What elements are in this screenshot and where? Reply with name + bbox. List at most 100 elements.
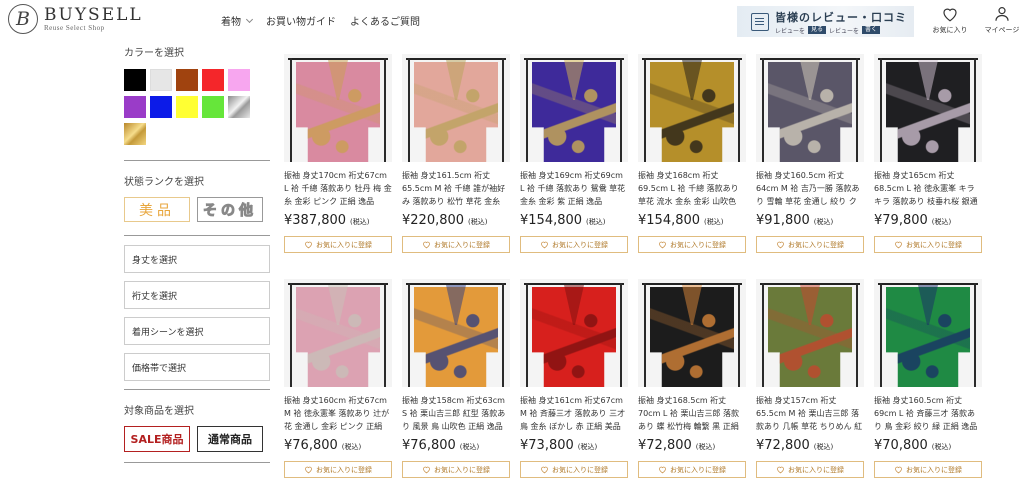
add-to-favorites-button[interactable]: お気に入りに登録 — [520, 461, 628, 478]
product-card: 振袖 身丈161.5cm 裄丈 65.5cm M 袷 千總 誰が袖好み 落款あり… — [402, 54, 510, 269]
product-description[interactable]: 振袖 身丈168.5cm 裄丈70cm L 袷 栗山吉三郎 落款あり 蝶 松竹梅… — [638, 394, 746, 434]
height-select[interactable]: 身丈を選択 — [124, 245, 270, 273]
occasion-select[interactable]: 着用シーンを選択 — [124, 317, 270, 345]
add-to-favorites-button[interactable]: お気に入りに登録 — [402, 461, 510, 478]
add-to-favorites-button[interactable]: お気に入りに登録 — [638, 461, 746, 478]
product-image[interactable] — [874, 279, 982, 387]
color-swatch[interactable] — [176, 69, 198, 91]
product-description[interactable]: 振袖 身丈169cm 裄丈69cm L 袷 千總 落款あり 鴛鴦 草花 金糸 金… — [520, 169, 628, 209]
color-swatch[interactable] — [124, 96, 146, 118]
product-description[interactable]: 振袖 身丈170cm 裄丈67cm L 袷 千總 落款あり 牡丹 梅 金糸 金彩… — [284, 169, 392, 209]
color-swatch[interactable] — [176, 96, 198, 118]
add-to-favorites-button[interactable]: お気に入りに登録 — [402, 236, 510, 253]
rack-bar — [406, 283, 506, 285]
color-swatch[interactable] — [150, 96, 172, 118]
product-image[interactable] — [638, 54, 746, 162]
product-description[interactable]: 振袖 身丈161.5cm 裄丈 65.5cm M 袷 千總 誰が袖好み 落款あり… — [402, 169, 510, 209]
product-description[interactable]: 振袖 身丈160cm 裄丈67cm M 袷 徳永憲峯 落款あり 辻が花 金通し … — [284, 394, 392, 434]
add-to-favorites-button[interactable]: お気に入りに登録 — [638, 236, 746, 253]
product-image[interactable] — [402, 279, 510, 387]
product-description[interactable]: 振袖 身丈161cm 裄丈67cm M 袷 斉藤三才 落款あり 三才鳥 金糸 ぼ… — [520, 394, 628, 434]
nav-item-label: 着物 — [221, 17, 241, 28]
review-sub-text: レビューを — [775, 27, 806, 35]
product-image[interactable] — [756, 54, 864, 162]
rank-good-button[interactable]: 美品 — [124, 197, 190, 222]
color-swatch[interactable] — [228, 96, 250, 118]
color-swatch[interactable] — [228, 69, 250, 91]
favorites-button-label: お気に入りに登録 — [552, 465, 608, 474]
color-swatch[interactable] — [124, 123, 146, 145]
heart-icon — [541, 466, 548, 474]
product-price: ¥91,800 — [756, 213, 810, 228]
product-description[interactable]: 振袖 身丈165cm 裄丈68.5cm L 袷 徳永憲峯 キラキラ 落款あり 枝… — [874, 169, 982, 209]
favorites-button-label: お気に入りに登録 — [670, 465, 726, 474]
rack-bar — [524, 283, 624, 285]
color-swatch[interactable] — [202, 69, 224, 91]
product-image[interactable] — [284, 279, 392, 387]
nav-item-label: お買い物ガイド — [266, 17, 336, 28]
color-swatch[interactable] — [150, 69, 172, 91]
product-image[interactable] — [520, 279, 628, 387]
add-to-favorites-button[interactable]: お気に入りに登録 — [520, 236, 628, 253]
rack-leg — [738, 58, 740, 162]
heart-icon — [777, 241, 784, 249]
product-price: ¥70,800 — [874, 438, 928, 453]
sleeve-length-select[interactable]: 裄丈を選択 — [124, 281, 270, 309]
chevron-down-icon — [245, 15, 254, 23]
review-write-button[interactable]: 書く — [862, 26, 881, 34]
filter-select-list: 身丈を選択 裄丈を選択 着用シーンを選択 価格帯で選択 — [124, 245, 270, 381]
product-description[interactable]: 振袖 身丈158cm 裄丈63cm S 袷 栗山吉三郎 紅型 落款あり 風景 鳥… — [402, 394, 510, 434]
review-banner[interactable]: 皆様のレビュー・口コミ レビューを 見る レビューを 書く — [737, 6, 914, 37]
add-to-favorites-button[interactable]: お気に入りに登録 — [284, 236, 392, 253]
product-description[interactable]: 振袖 身丈168cm 裄丈69.5cm L 袷 千總 落款あり 草花 流水 金糸… — [638, 169, 746, 209]
favorites-button-label: お気に入りに登録 — [316, 240, 372, 249]
rack-leg — [620, 283, 622, 387]
favorites-button-label: お気に入りに登録 — [788, 465, 844, 474]
color-swatch[interactable] — [124, 69, 146, 91]
rack-leg — [384, 283, 386, 387]
nav-item-faq[interactable]: よくあるご質問 — [350, 13, 420, 28]
regular-items-button[interactable]: 通常商品 — [197, 426, 263, 452]
product-image[interactable] — [402, 54, 510, 162]
add-to-favorites-button[interactable]: お気に入りに登録 — [874, 461, 982, 478]
add-to-favorites-button[interactable]: お気に入りに登録 — [874, 236, 982, 253]
review-view-button[interactable]: 見る — [808, 26, 827, 34]
tax-label: (税込) — [468, 218, 488, 226]
tax-label: (税込) — [350, 218, 370, 226]
product-image[interactable] — [874, 54, 982, 162]
divider — [124, 160, 270, 161]
product-price: ¥76,800 — [284, 438, 338, 453]
rank-other-button[interactable]: その他 — [197, 197, 263, 222]
rack-bar — [288, 283, 388, 285]
rack-leg — [738, 283, 740, 387]
nav-item-kimono[interactable]: 着物 — [221, 13, 254, 28]
product-image[interactable] — [520, 54, 628, 162]
logo-mark: B — [8, 4, 38, 34]
mypage-link[interactable]: マイページ — [977, 5, 1024, 35]
mypage-label: マイページ — [984, 26, 1020, 34]
product-description[interactable]: 振袖 身丈160.5cm 裄丈69cm L 袷 斉藤三才 落款あり 鳥 金彩 絞… — [874, 394, 982, 434]
tax-label: (税込) — [813, 443, 834, 451]
price-range-select[interactable]: 価格帯で選択 — [124, 353, 270, 381]
product-description[interactable]: 振袖 身丈157cm 裄丈65.5cm M 袷 栗山吉三郎 落款あり 几帳 草花… — [756, 394, 864, 434]
site-logo[interactable]: B BUYSELL Reuse Select Shop — [8, 4, 143, 34]
add-to-favorites-button[interactable]: お気に入りに登録 — [284, 461, 392, 478]
tax-label: (税込) — [931, 218, 952, 226]
nav-item-shopping-guide[interactable]: お買い物ガイド — [266, 13, 336, 28]
sale-items-button[interactable]: SALE商品 — [124, 426, 190, 452]
favorites-link[interactable]: お気に入り — [925, 5, 975, 35]
brand-tagline: Reuse Select Shop — [44, 24, 105, 32]
rack-leg — [620, 58, 622, 162]
product-image[interactable] — [638, 279, 746, 387]
product-image[interactable] — [284, 54, 392, 162]
product-description[interactable]: 振袖 身丈160.5cm 裄丈64cm M 袷 吉乃一勝 落款あり 雪輪 草花 … — [756, 169, 864, 209]
rack-bar — [642, 58, 742, 60]
heart-icon — [895, 241, 902, 249]
rack-bar — [524, 58, 624, 60]
add-to-favorites-button[interactable]: お気に入りに登録 — [756, 236, 864, 253]
divider — [124, 235, 270, 236]
add-to-favorites-button[interactable]: お気に入りに登録 — [756, 461, 864, 478]
product-image[interactable] — [756, 279, 864, 387]
color-swatch[interactable] — [202, 96, 224, 118]
rack-leg — [408, 283, 410, 387]
